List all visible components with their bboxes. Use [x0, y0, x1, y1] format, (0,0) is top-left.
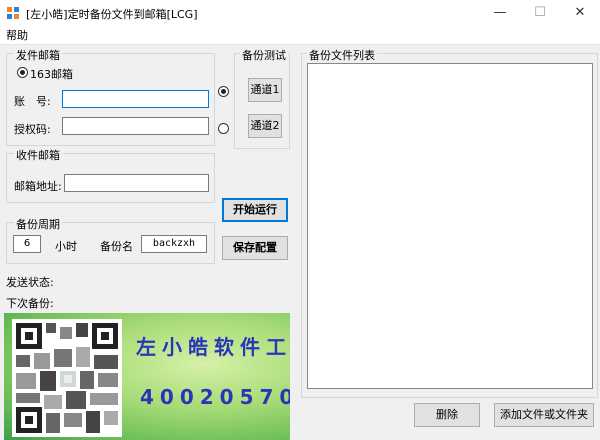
title-bar: [左小皓]定时备份文件到邮箱[LCG] — ☐ ✕ [0, 0, 600, 26]
menu-bar: 帮助 [0, 26, 600, 45]
account-input[interactable] [62, 90, 209, 108]
email-address-label: 邮箱地址: [14, 180, 62, 193]
send-status-label: 发送状态: [6, 276, 54, 289]
file-listbox[interactable] [307, 63, 593, 389]
receiver-group-label: 收件邮箱 [14, 147, 62, 163]
email-address-input[interactable] [64, 174, 209, 192]
radio-163-label: 163邮箱 [30, 68, 73, 81]
maximize-button[interactable]: ☐ [520, 0, 560, 26]
close-button[interactable]: ✕ [560, 0, 600, 26]
backup-name-input[interactable]: backzxh [141, 235, 207, 253]
hours-unit-label: 小时 [55, 240, 77, 253]
qr-code-icon [12, 319, 122, 437]
hours-input[interactable]: 6 [13, 235, 41, 253]
app-icon [7, 7, 19, 19]
account-label: 账 号: [14, 95, 51, 108]
radio-channel1[interactable] [218, 86, 229, 97]
channel2-button[interactable]: 通道2 [248, 114, 282, 138]
cycle-group-label: 备份周期 [14, 216, 62, 232]
radio-163[interactable] [17, 67, 28, 78]
backup-test-label: 备份测试 [240, 47, 288, 63]
auth-code-label: 授权码: [14, 123, 51, 136]
next-backup-label: 下次备份: [6, 297, 54, 310]
menu-help[interactable]: 帮助 [6, 27, 28, 43]
radio-channel2[interactable] [218, 123, 229, 134]
backup-name-label: 备份名 [100, 240, 133, 253]
window-title: [左小皓]定时备份文件到邮箱[LCG] [26, 8, 198, 21]
auth-code-input[interactable] [62, 117, 209, 135]
start-button[interactable]: 开始运行 [222, 198, 288, 222]
banner-line2: 400205703 [140, 385, 290, 409]
minimize-button[interactable]: — [480, 0, 520, 26]
banner-line1: 左小皓软件工作室 [136, 335, 290, 359]
delete-button[interactable]: 删除 [414, 403, 480, 427]
sender-group-label: 发件邮箱 [14, 47, 62, 63]
ad-banner[interactable]: 左小皓软件工作室 400205703 [4, 313, 290, 440]
add-files-button[interactable]: 添加文件或文件夹 [494, 403, 594, 427]
channel1-button[interactable]: 通道1 [248, 78, 282, 102]
save-config-button[interactable]: 保存配置 [222, 236, 288, 260]
file-list-label: 备份文件列表 [307, 47, 377, 63]
